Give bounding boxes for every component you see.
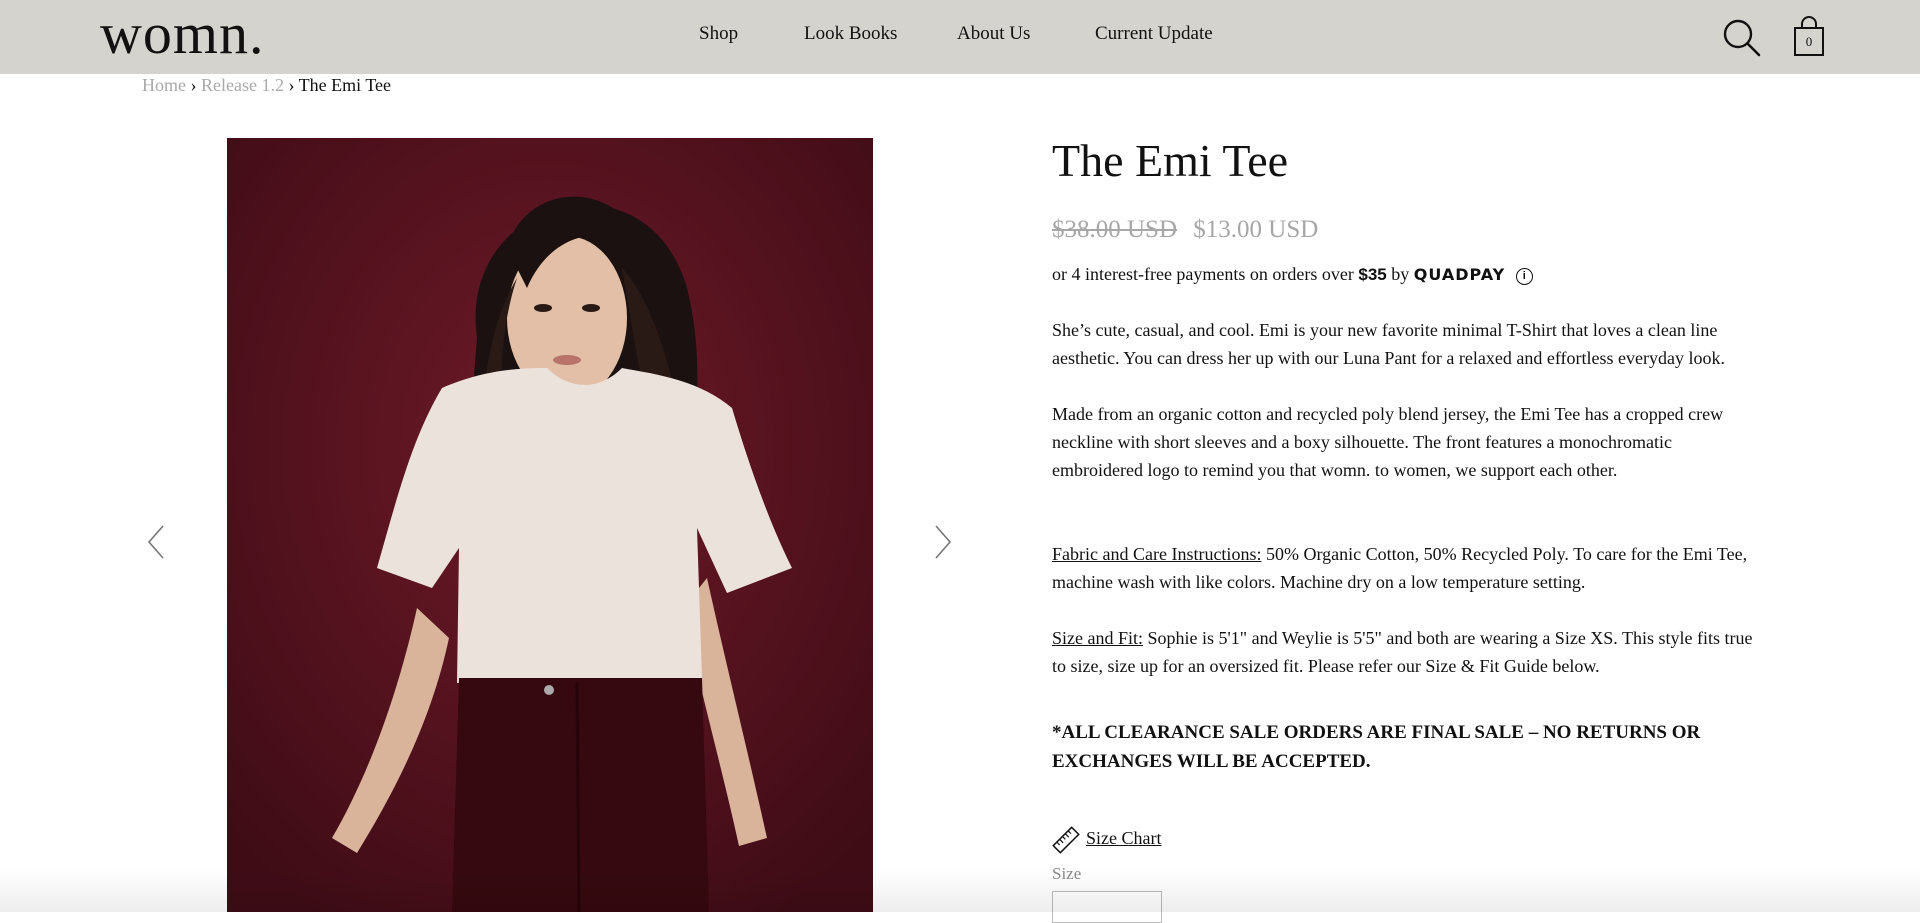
breadcrumb-separator: ›: [190, 75, 197, 95]
installments-info: or 4 interest-free payments on orders ov…: [1052, 264, 1533, 285]
site-header: womn. Shop Look Books About Us Current U…: [0, 0, 1920, 74]
description-1: She’s cute, casual, and cool. Emi is you…: [1052, 320, 1725, 368]
description-2: Made from an organic cotton and recycled…: [1052, 404, 1724, 480]
size-selector[interactable]: [1052, 891, 1162, 923]
chevron-left-icon[interactable]: [145, 522, 169, 562]
fabric-care-label: Fabric and Care Instructions:: [1052, 544, 1262, 564]
size-chart-label: Size Chart: [1086, 828, 1162, 848]
nav-current-update[interactable]: Current Update: [1095, 23, 1213, 45]
installments-by: by: [1391, 264, 1410, 284]
nav-look-books[interactable]: Look Books: [804, 23, 897, 45]
price-original: $38.00 USD: [1052, 216, 1178, 243]
size-fit-label: Size and Fit:: [1052, 628, 1143, 648]
installments-prefix: or 4 interest-free payments on orders ov…: [1052, 264, 1354, 284]
cart-count: 0: [1805, 34, 1813, 49]
breadcrumb-separator: ›: [288, 75, 295, 95]
nav-shop[interactable]: Shop: [699, 23, 738, 45]
size-fit-text: Sophie is 5'1" and Weylie is 5'5" and bo…: [1052, 628, 1753, 676]
fabric-care: Fabric and Care Instructions: 50% Organi…: [1052, 540, 1762, 596]
final-sale-notice: *ALL CLEARANCE SALE ORDERS ARE FINAL SAL…: [1052, 722, 1701, 772]
breadcrumb-home[interactable]: Home: [142, 75, 186, 95]
main-nav: Shop Look Books About Us Current Update: [0, 23, 1920, 49]
chevron-right-icon[interactable]: [930, 522, 954, 562]
info-icon[interactable]: i: [1515, 268, 1533, 285]
installments-amount: $35: [1358, 265, 1387, 284]
product-title: The Emi Tee: [1052, 135, 1289, 186]
breadcrumb-release[interactable]: Release 1.2: [201, 75, 284, 95]
cart-button[interactable]: 0: [1792, 16, 1826, 58]
price-sale: $13.00 USD: [1193, 216, 1319, 243]
model-photo: [227, 138, 873, 912]
nav-about-us[interactable]: About Us: [957, 23, 1030, 45]
breadcrumb: Home › Release 1.2 › The Emi Tee: [142, 75, 391, 96]
quadpay-logo: QUADPAY: [1413, 265, 1506, 284]
price: $38.00 USD $13.00 USD: [1052, 216, 1318, 244]
size-label: Size: [1052, 864, 1082, 883]
product-image[interactable]: [227, 138, 873, 912]
size-fit: Size and Fit: Sophie is 5'1" and Weylie …: [1052, 624, 1762, 680]
search-icon[interactable]: [1722, 18, 1762, 58]
ruler-icon: [1052, 826, 1080, 854]
breadcrumb-current: The Emi Tee: [298, 75, 392, 95]
